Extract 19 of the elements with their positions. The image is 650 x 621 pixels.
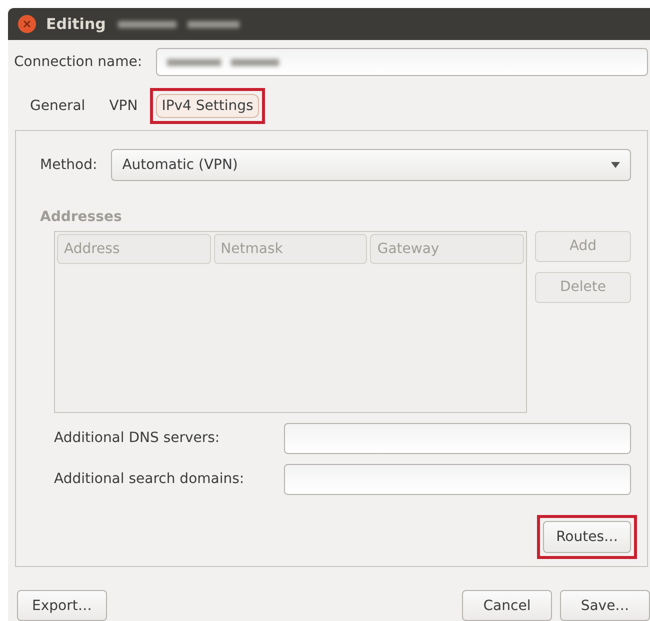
dialog-button[interactable]: Save…	[560, 590, 650, 621]
dialog-button[interactable]: Cancel	[462, 590, 552, 621]
routes-button[interactable]: Routes…	[543, 520, 631, 553]
tab[interactable]: General	[24, 94, 92, 118]
field-label: Additional search domains:	[54, 471, 246, 488]
section-heading: Addresses	[40, 208, 123, 225]
export-button[interactable]: Export…	[17, 590, 107, 621]
field-label: Additional DNS servers:	[54, 430, 221, 446]
input-field[interactable]	[284, 464, 631, 495]
input-field[interactable]	[284, 422, 631, 454]
tab[interactable]: VPN	[103, 94, 144, 118]
tab[interactable]: IPv4 Settings	[156, 94, 260, 118]
field-label: Method:	[40, 156, 98, 173]
window-title: Editing	[46, 14, 106, 33]
input-field[interactable]	[156, 48, 648, 76]
close-icon[interactable]	[18, 14, 36, 33]
caret-icon	[611, 162, 620, 168]
field-label: Connection name:	[14, 54, 142, 70]
method-dropdown[interactable]: Automatic (VPN)	[111, 148, 631, 181]
